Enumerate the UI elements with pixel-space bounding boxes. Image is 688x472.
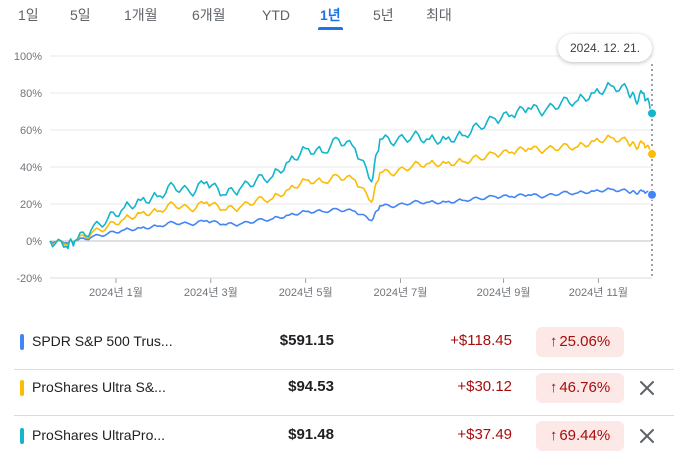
tab-5-years[interactable]: 5년 (373, 6, 394, 28)
y-tick-label: 60% (20, 125, 42, 137)
price-change: +$37.49 (457, 426, 512, 443)
x-tick-label: 2024년 9월 (477, 286, 531, 299)
series-line (49, 134, 653, 247)
security-name: ProShares Ultra S&... (32, 379, 166, 395)
percent-change-value: 69.44% (559, 427, 611, 444)
tab-1-year[interactable]: 1년 (318, 6, 343, 30)
percent-change-badge: ↑ 46.76% (536, 373, 624, 403)
tab-1-month[interactable]: 1개월 (124, 6, 158, 28)
security-price: $591.15 (279, 332, 334, 349)
arrow-up-icon: ↑ (549, 427, 558, 444)
y-tick-label: 0% (26, 236, 42, 248)
percent-change-badge: ↑ 25.06% (536, 327, 624, 357)
tab-max[interactable]: 최대 (426, 6, 452, 28)
tab-5-days[interactable]: 5일 (70, 6, 91, 28)
tab-6-months[interactable]: 6개월 (192, 6, 226, 28)
series-end-point (647, 108, 657, 119)
series-end-point (647, 189, 657, 200)
x-tick-label: 2024년 5월 (279, 286, 333, 299)
price-change: +$118.45 (450, 332, 512, 349)
series-color-swatch (20, 428, 24, 444)
remove-comparison-close-icon[interactable] (637, 426, 657, 446)
time-range-tabs: 1일 5일 1개월 6개월 YTD 1년 5년 최대 (0, 0, 688, 36)
security-price: $94.53 (288, 378, 334, 395)
x-tick-label: 2024년 3월 (184, 286, 238, 299)
y-tick-label: 20% (20, 199, 42, 211)
percent-change-value: 25.06% (559, 333, 611, 350)
percent-change-value: 46.76% (559, 379, 611, 396)
y-tick-label: 100% (14, 51, 42, 63)
security-name: SPDR S&P 500 Trus... (32, 333, 173, 349)
comparison-row-spy[interactable]: SPDR S&P 500 Trus... $591.15 +$118.45 ↑ 2… (0, 318, 688, 370)
series-line (49, 187, 653, 245)
comparison-line-chart[interactable]: 100% 80% 60% 40% 20% 0% -20% 2024년 1월 2024년 3월 20… (0, 36, 688, 316)
y-tick-label: 40% (20, 162, 42, 174)
series-color-swatch (20, 334, 24, 350)
tab-ytd[interactable]: YTD (262, 6, 290, 28)
comparison-row-upro[interactable]: ProShares UltraPro... $91.48 +$37.49 ↑ 69… (0, 412, 688, 464)
x-tick-label: 2024년 1월 (89, 286, 143, 299)
price-change: +$30.12 (457, 378, 512, 395)
comparison-row-sso[interactable]: ProShares Ultra S&... $94.53 +$30.12 ↑ 46… (0, 364, 688, 416)
series-color-swatch (20, 380, 24, 396)
hover-date-tooltip: 2024. 12. 21. (558, 34, 652, 62)
y-tick-label: -20% (16, 273, 42, 285)
security-price: $91.48 (288, 426, 334, 443)
x-tick-label: 2024년 7월 (374, 286, 428, 299)
arrow-up-icon: ↑ (549, 379, 558, 396)
series-line (49, 81, 653, 250)
arrow-up-icon: ↑ (549, 333, 558, 350)
remove-comparison-close-icon[interactable] (637, 378, 657, 398)
percent-change-badge: ↑ 69.44% (536, 421, 624, 451)
tab-1-day[interactable]: 1일 (18, 6, 39, 28)
x-tick-label: 2024년 11월 (569, 286, 628, 299)
series-end-point (647, 149, 657, 160)
y-tick-label: 80% (20, 88, 42, 100)
security-name: ProShares UltraPro... (32, 427, 166, 443)
